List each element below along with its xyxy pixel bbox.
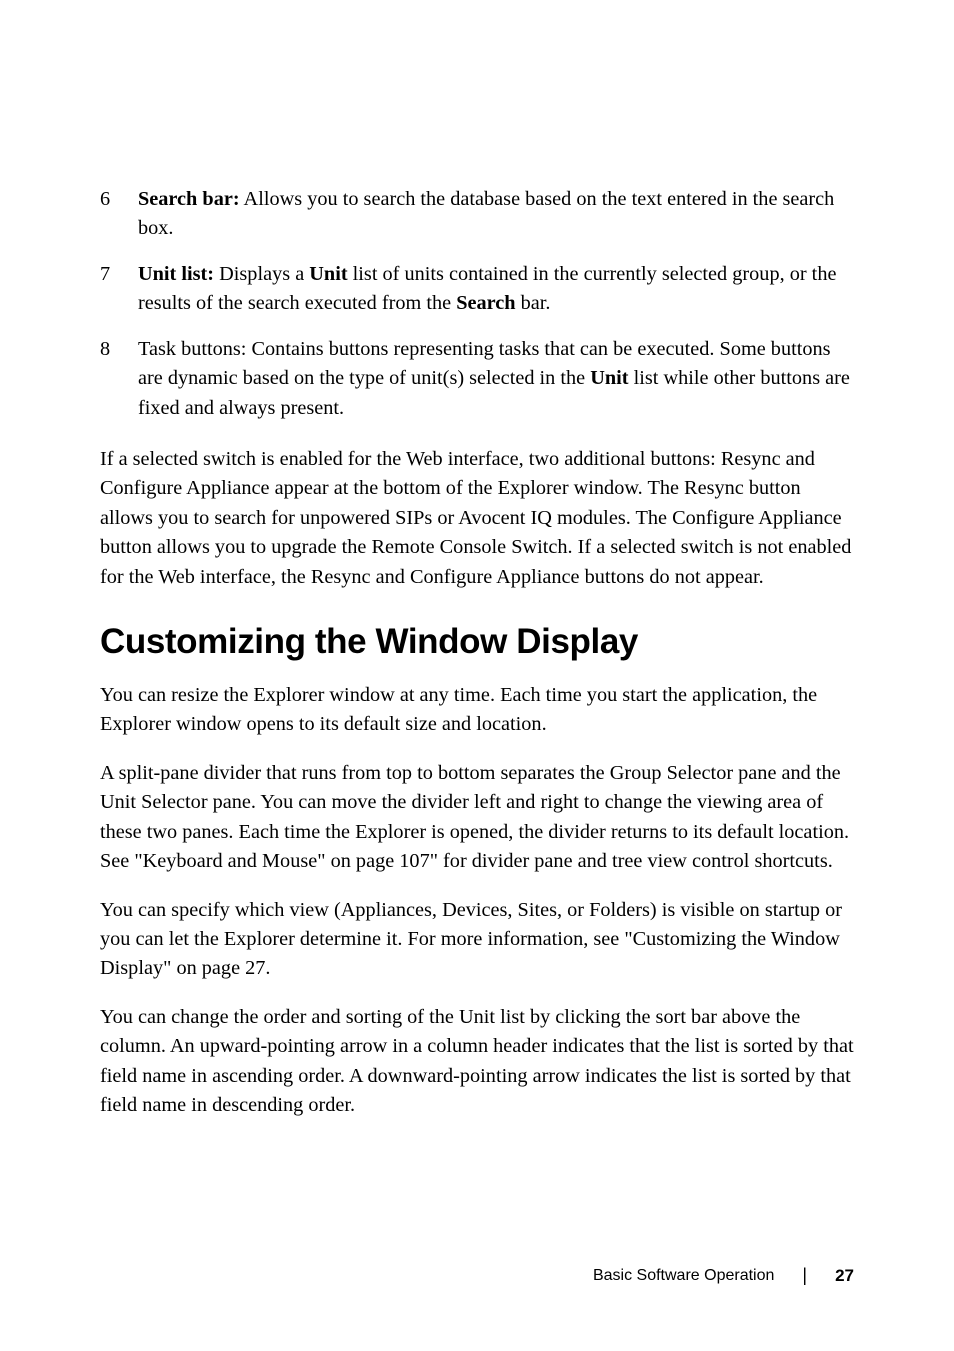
- numbered-list: 6 Search bar: Allows you to search the d…: [100, 185, 854, 423]
- section-heading: Customizing the Window Display: [100, 622, 854, 662]
- item-label: Unit list:: [138, 263, 214, 285]
- item-bold: Search: [456, 292, 515, 314]
- item-text: Displays a: [214, 263, 309, 285]
- item-number: 7: [100, 260, 138, 319]
- footer-section-title: Basic Software Operation: [593, 1267, 774, 1285]
- footer-divider: |: [802, 1265, 807, 1286]
- body-paragraph: You can specify which view (Appliances, …: [100, 896, 854, 984]
- body-paragraph: You can resize the Explorer window at an…: [100, 681, 854, 740]
- body-paragraph: You can change the order and sorting of …: [100, 1003, 854, 1121]
- item-bold: Unit: [309, 263, 347, 285]
- item-content: Task buttons: Contains buttons represent…: [138, 335, 854, 423]
- item-bold: Unit: [590, 367, 628, 389]
- list-item-6: 6 Search bar: Allows you to search the d…: [100, 185, 854, 244]
- body-paragraph: A split-pane divider that runs from top …: [100, 759, 854, 877]
- item-content: Unit list: Displays a Unit list of units…: [138, 260, 854, 319]
- item-label: Search bar:: [138, 188, 240, 210]
- page-footer: Basic Software Operation | 27: [593, 1265, 854, 1286]
- list-item-8: 8 Task buttons: Contains buttons represe…: [100, 335, 854, 423]
- item-number: 6: [100, 185, 138, 244]
- footer-page-number: 27: [835, 1266, 854, 1286]
- item-text: bar.: [516, 292, 551, 314]
- item-number: 8: [100, 335, 138, 423]
- item-content: Search bar: Allows you to search the dat…: [138, 185, 854, 244]
- list-item-7: 7 Unit list: Displays a Unit list of uni…: [100, 260, 854, 319]
- body-paragraph: If a selected switch is enabled for the …: [100, 445, 854, 592]
- item-text: Allows you to search the database based …: [138, 188, 834, 239]
